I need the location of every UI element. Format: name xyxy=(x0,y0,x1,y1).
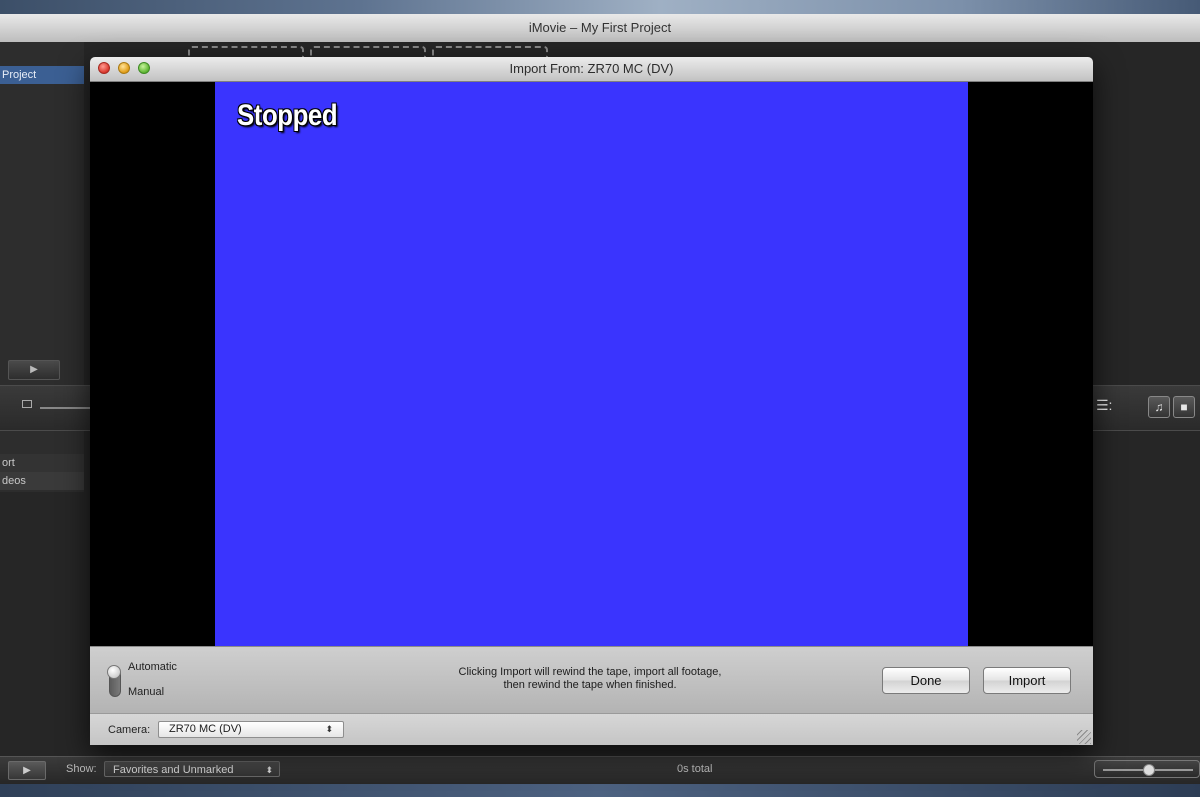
import-controls: Automatic Manual Clicking Import will re… xyxy=(90,646,1093,714)
music-icon[interactable]: ♫ xyxy=(1148,396,1170,418)
import-instructions: Clicking Import will rewind the tape, im… xyxy=(390,666,790,692)
import-dialog: Import From: ZR70 MC (DV) Stopped Automa… xyxy=(90,57,1093,745)
sidebar-item-import[interactable]: ort xyxy=(0,454,84,472)
imovie-window-title: iMovie – My First Project xyxy=(528,20,672,35)
close-window-button[interactable] xyxy=(98,62,110,74)
camera-video-frame: Stopped xyxy=(215,82,968,646)
video-preview-area: Stopped xyxy=(90,82,1093,646)
done-button[interactable]: Done xyxy=(882,667,970,694)
thumbnail-size-slider[interactable] xyxy=(40,407,90,409)
slider-knob[interactable] xyxy=(1143,764,1155,776)
desktop-background-bottom xyxy=(0,784,1200,797)
project-clip-strip xyxy=(180,42,560,58)
play-event-button[interactable]: ▶ xyxy=(8,761,46,780)
manual-label[interactable]: Manual xyxy=(128,686,164,698)
sidebar-item-project[interactable]: Project xyxy=(0,66,84,84)
play-project-button[interactable]: ▶ xyxy=(8,360,60,380)
camera-select[interactable]: ZR70 MC (DV) ⬍ xyxy=(158,721,344,738)
automatic-label[interactable]: Automatic xyxy=(128,661,177,673)
camera-label: Camera: xyxy=(108,724,151,736)
select-arrows-icon: ⬍ xyxy=(265,765,273,775)
camera-select-value: ZR70 MC (DV) xyxy=(169,723,242,735)
camera-icon[interactable]: ■ xyxy=(1173,396,1195,418)
select-arrows-icon: ⬍ xyxy=(325,724,333,734)
list-lines-icon[interactable]: ☰: xyxy=(1096,398,1124,412)
instruction-line: Clicking Import will rewind the tape, im… xyxy=(458,666,722,678)
import-window-title: Import From: ZR70 MC (DV) xyxy=(509,61,674,76)
minimize-window-button[interactable] xyxy=(118,62,130,74)
sidebar-item-videos[interactable]: deos xyxy=(0,472,84,490)
zoom-window-button[interactable] xyxy=(138,62,150,74)
show-label: Show: xyxy=(66,763,97,775)
show-filter-value: Favorites and Unmarked xyxy=(113,764,234,776)
tape-status-label: Stopped xyxy=(237,99,338,132)
show-filter-select[interactable]: Favorites and Unmarked ⬍ xyxy=(104,761,280,777)
import-button[interactable]: Import xyxy=(983,667,1071,694)
zoom-out-icon xyxy=(22,400,32,408)
total-duration: 0s total xyxy=(677,763,713,775)
camera-bar: Camera: ZR70 MC (DV) ⬍ xyxy=(90,713,1093,745)
instruction-line: then rewind the tape when finished. xyxy=(503,679,677,691)
imovie-title-bar: iMovie – My First Project xyxy=(0,14,1200,43)
import-title-bar[interactable]: Import From: ZR70 MC (DV) xyxy=(90,57,1093,82)
clip-size-slider[interactable] xyxy=(1094,760,1200,778)
switch-knob[interactable] xyxy=(107,665,121,679)
desktop-background xyxy=(0,0,1200,14)
resize-grip-icon[interactable] xyxy=(1077,730,1091,744)
